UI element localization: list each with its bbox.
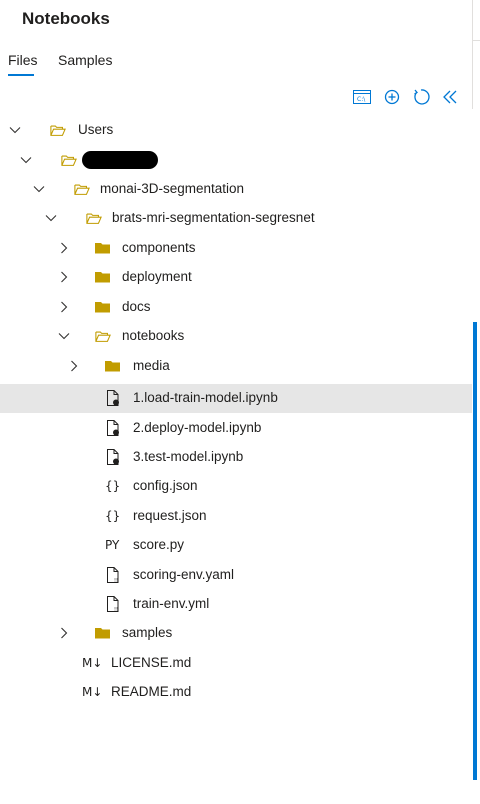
- folder-open-icon: [74, 182, 90, 196]
- chevron-right-icon[interactable]: [57, 300, 71, 314]
- chevron-right-icon[interactable]: [67, 359, 81, 373]
- svg-text:C:\: C:\: [357, 96, 366, 103]
- tree-item[interactable]: M↓ LICENSE.md: [0, 649, 472, 678]
- notebook-file-icon: [105, 390, 121, 406]
- chevron-down-icon[interactable]: [57, 329, 71, 343]
- folder-icon: [105, 359, 121, 373]
- tree-item-label: 2.deploy-model.ipynb: [133, 420, 262, 435]
- tree-item-label: docs: [122, 299, 151, 314]
- chevron-down-icon[interactable]: [19, 153, 33, 167]
- chevron-down-icon[interactable]: [44, 211, 58, 225]
- tree-item-label: LICENSE.md: [111, 655, 192, 670]
- folder-icon: [95, 270, 111, 284]
- tree-item-label: 3.test-model.ipynb: [133, 449, 244, 464]
- redacted-username: [82, 151, 158, 169]
- active-tab-indicator: [8, 74, 34, 76]
- json-file-icon: {}: [105, 479, 121, 493]
- page-title: Notebooks: [22, 9, 110, 28]
- tree-item-label: media: [133, 358, 170, 373]
- refresh-icon[interactable]: [411, 87, 431, 107]
- chevron-down-icon[interactable]: [32, 182, 46, 196]
- tree-item-label: score.py: [133, 537, 185, 552]
- tree-item[interactable]: 1.load-train-model.ipynb: [0, 384, 472, 413]
- tree-item[interactable]: PY score.py: [0, 531, 472, 560]
- tree-item-label: scoring-env.yaml: [133, 567, 235, 582]
- terminal-icon[interactable]: C:\: [352, 87, 372, 107]
- tab-files[interactable]: Files: [8, 52, 38, 68]
- tree-item[interactable]: {} request.json: [0, 502, 472, 531]
- markdown-file-icon: M↓: [82, 685, 103, 699]
- tree-item[interactable]: samples: [0, 619, 472, 648]
- tree-item[interactable]: 3.test-model.ipynb: [0, 443, 472, 472]
- tree-item[interactable]: docs: [0, 293, 472, 322]
- add-icon[interactable]: [382, 87, 402, 107]
- tree-item-label: config.json: [133, 478, 198, 493]
- scrollbar[interactable]: [473, 322, 477, 780]
- tree-item-label: notebooks: [122, 328, 185, 343]
- svg-text:!!: !!: [114, 607, 118, 612]
- tree-item-label: deployment: [122, 269, 192, 284]
- collapse-icon[interactable]: [440, 87, 460, 107]
- tree-item-label: Users: [78, 122, 114, 137]
- tree-item-label: README.md: [111, 684, 192, 699]
- tree-item-label: brats-mri-segmentation-segresnet: [112, 210, 315, 225]
- tree-item[interactable]: notebooks: [0, 322, 472, 351]
- folder-icon: [95, 241, 111, 255]
- yaml-file-icon: !!: [105, 567, 121, 583]
- tree-item-label: request.json: [133, 508, 207, 523]
- chevron-down-icon[interactable]: [8, 123, 22, 137]
- folder-icon: [95, 626, 111, 640]
- folder-open-icon: [86, 211, 102, 225]
- tree-item-label: monai-3D-segmentation: [100, 181, 245, 196]
- tree-item[interactable]: components: [0, 234, 472, 263]
- tree-item[interactable]: brats-mri-segmentation-segresnet: [0, 204, 472, 233]
- chevron-right-icon[interactable]: [57, 270, 71, 284]
- tree-item[interactable]: media: [0, 352, 472, 381]
- yaml-file-icon: !!: [105, 596, 121, 612]
- pane-divider: [472, 40, 480, 109]
- tree-item[interactable]: {} config.json: [0, 472, 472, 501]
- json-file-icon: {}: [105, 509, 121, 523]
- tree-item[interactable]: Users: [0, 116, 472, 145]
- tab-samples[interactable]: Samples: [58, 52, 112, 68]
- python-file-icon: PY: [105, 538, 120, 552]
- folder-icon: [95, 300, 111, 314]
- tree-item[interactable]: !! scoring-env.yaml: [0, 561, 472, 590]
- tree-item[interactable]: [0, 146, 472, 175]
- pane-divider: [472, 0, 473, 40]
- tree-item-label: samples: [122, 625, 173, 640]
- tree-item-label: 1.load-train-model.ipynb: [133, 390, 278, 405]
- markdown-file-icon: M↓: [82, 656, 103, 670]
- tree-item-label: components: [122, 240, 196, 255]
- svg-text:!!: !!: [114, 578, 118, 583]
- folder-open-icon: [95, 329, 111, 343]
- folder-open-icon: [50, 123, 66, 137]
- notebook-file-icon: [105, 449, 121, 465]
- chevron-right-icon[interactable]: [57, 241, 71, 255]
- chevron-right-icon[interactable]: [57, 626, 71, 640]
- tree-item[interactable]: 2.deploy-model.ipynb: [0, 414, 472, 443]
- tree-item[interactable]: M↓ README.md: [0, 678, 472, 707]
- folder-open-icon: [61, 153, 77, 167]
- tree-item[interactable]: !! train-env.yml: [0, 590, 472, 619]
- tree-item-label: train-env.yml: [133, 596, 210, 611]
- tree-item[interactable]: deployment: [0, 263, 472, 292]
- notebook-file-icon: [105, 420, 121, 436]
- tree-item[interactable]: monai-3D-segmentation: [0, 175, 472, 204]
